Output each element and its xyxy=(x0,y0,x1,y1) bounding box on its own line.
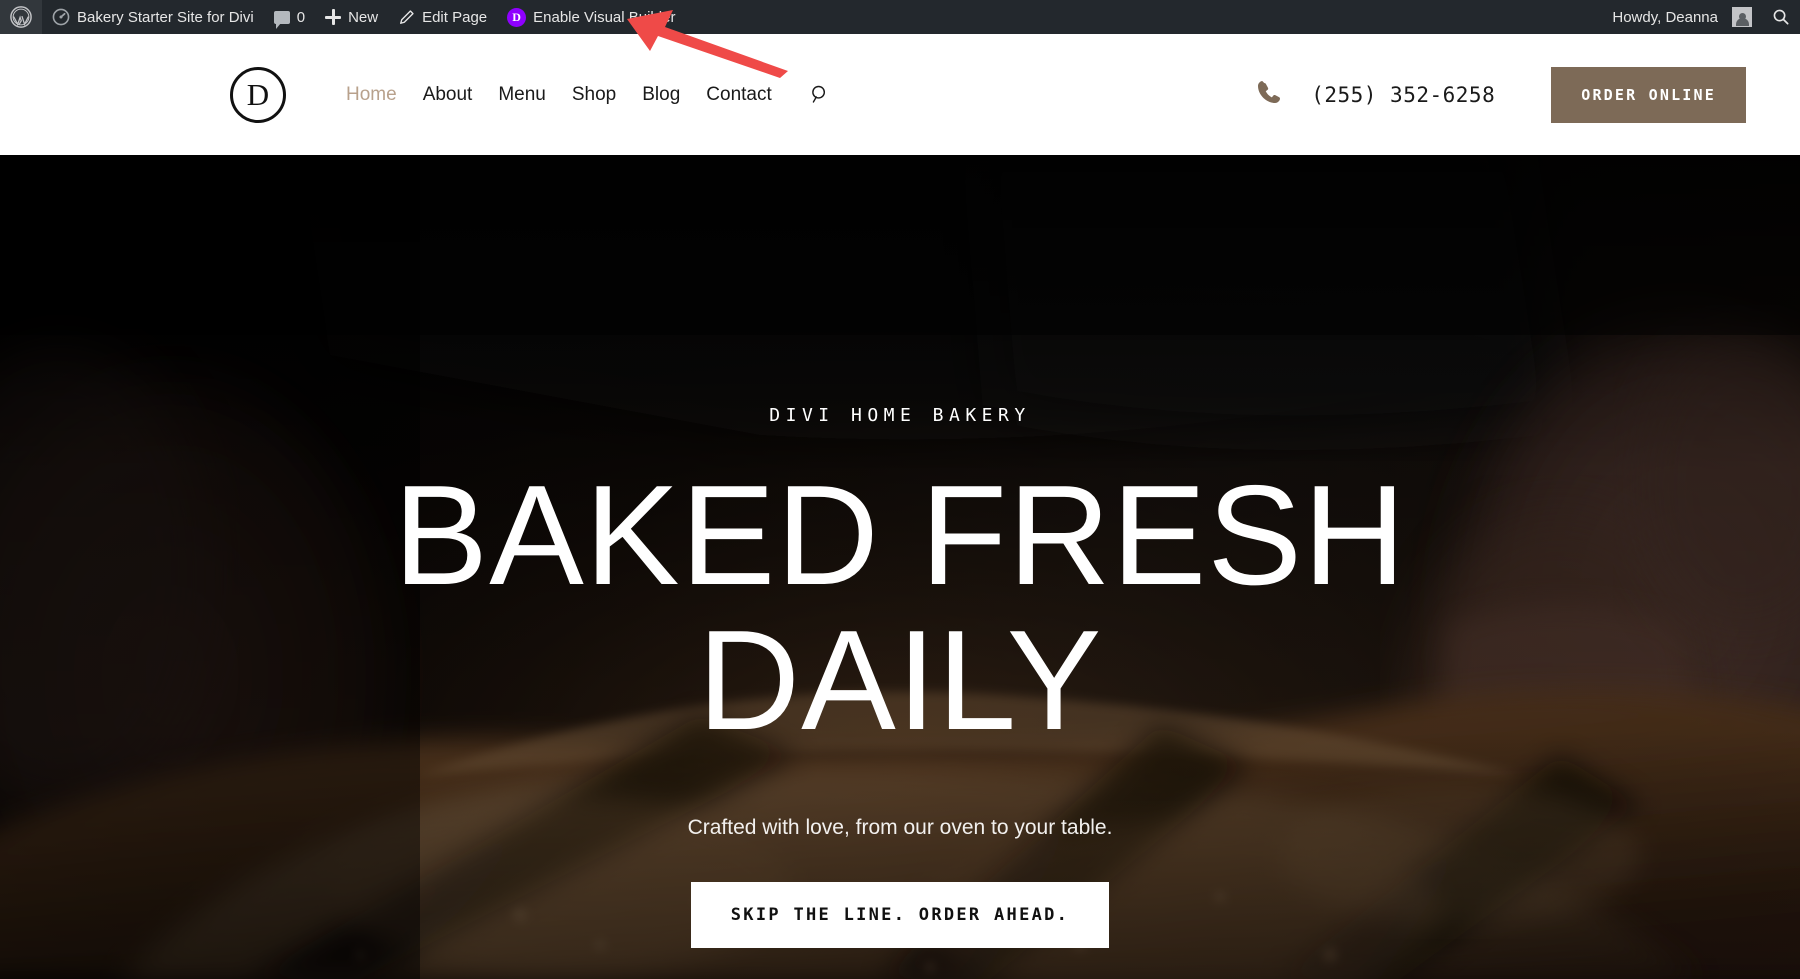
hero-headline: BAKED FRESH DAILY xyxy=(393,463,1406,760)
site-logo[interactable]: D xyxy=(230,66,286,123)
hero-content: DIVI HOME BAKERY BAKED FRESH DAILY Craft… xyxy=(0,155,1800,979)
wordpress-logo-icon xyxy=(10,6,32,28)
adminbar-search-button[interactable] xyxy=(1762,0,1800,34)
divi-logo-icon: D xyxy=(507,7,527,27)
plus-icon xyxy=(325,9,342,25)
adminbar-howdy-label: Howdy, Deanna xyxy=(1612,8,1718,26)
phone-icon xyxy=(1254,77,1284,112)
nav-item-menu[interactable]: Menu xyxy=(498,84,546,106)
main-navigation: Home About Menu Shop Blog Contact xyxy=(346,84,831,106)
adminbar-edit-page[interactable]: Edit Page xyxy=(388,0,497,34)
user-avatar-icon xyxy=(1732,7,1752,27)
hero-eyebrow: DIVI HOME BAKERY xyxy=(769,405,1031,426)
adminbar-comments[interactable]: 0 xyxy=(264,0,315,34)
nav-item-blog[interactable]: Blog xyxy=(642,84,680,106)
comment-bubble-icon xyxy=(273,10,290,29)
search-icon[interactable] xyxy=(810,84,831,105)
hero-section: DIVI HOME BAKERY BAKED FRESH DAILY Craft… xyxy=(0,155,1800,979)
nav-item-home[interactable]: Home xyxy=(346,84,397,106)
adminbar-my-account[interactable]: Howdy, Deanna xyxy=(1602,0,1762,34)
phone-number[interactable]: (255) 352-6258 xyxy=(1311,83,1495,107)
adminbar-visual-builder-label: Enable Visual Builder xyxy=(533,8,676,26)
pencil-icon xyxy=(398,9,415,26)
search-icon xyxy=(1772,8,1790,26)
nav-item-shop[interactable]: Shop xyxy=(572,84,616,106)
adminbar-site-name-label: Bakery Starter Site for Divi xyxy=(77,8,254,26)
adminbar-new-content[interactable]: New xyxy=(315,0,388,34)
hero-cta-button[interactable]: SKIP THE LINE. ORDER AHEAD. xyxy=(690,881,1110,948)
nav-item-about[interactable]: About xyxy=(423,84,473,106)
adminbar-edit-page-label: Edit Page xyxy=(422,8,488,26)
adminbar-right-group: Howdy, Deanna xyxy=(1602,0,1800,34)
hero-headline-line-2: DAILY xyxy=(697,600,1103,760)
header-contact-block: (255) 352-6258 xyxy=(1254,77,1551,112)
adminbar-site-name[interactable]: Bakery Starter Site for Divi xyxy=(42,0,264,34)
hero-subheadline: Crafted with love, from our oven to your… xyxy=(687,815,1113,839)
hero-headline-line-1: BAKED FRESH xyxy=(393,456,1407,615)
dashboard-icon xyxy=(52,8,70,26)
wp-admin-bar: Bakery Starter Site for Divi 0 New Edit … xyxy=(0,0,1800,34)
adminbar-wp-logo[interactable] xyxy=(0,0,42,34)
adminbar-enable-visual-builder[interactable]: D Enable Visual Builder xyxy=(497,0,685,34)
site-header: D Home About Menu Shop Blog Contact (255… xyxy=(0,34,1800,155)
adminbar-new-label: New xyxy=(348,8,379,26)
adminbar-comments-count: 0 xyxy=(296,8,306,26)
order-online-button[interactable]: ORDER ONLINE xyxy=(1551,66,1746,123)
nav-item-contact[interactable]: Contact xyxy=(706,84,771,106)
